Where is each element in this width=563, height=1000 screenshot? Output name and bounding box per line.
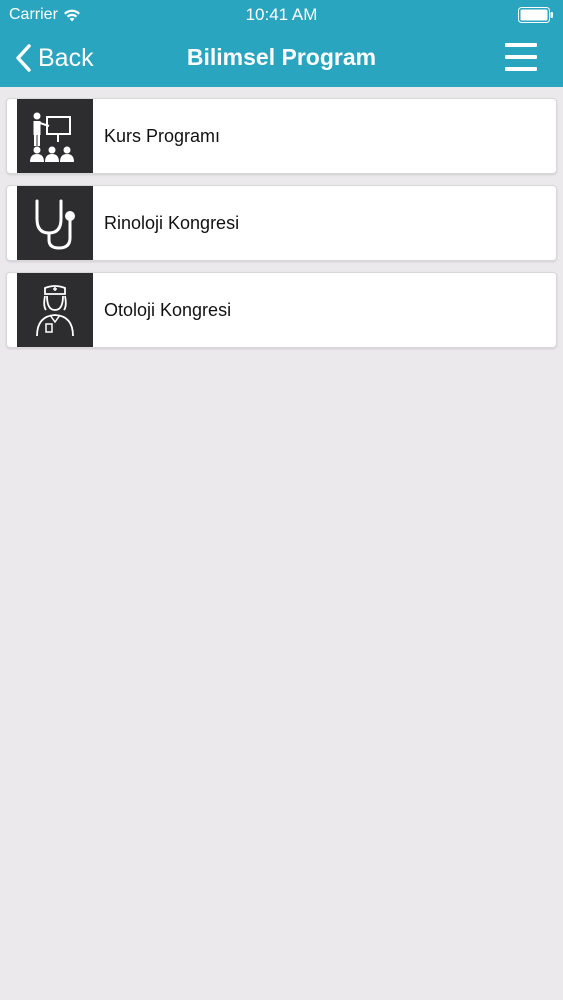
hamburger-menu-button[interactable] (505, 43, 537, 71)
navbar: Back Bilimsel Program (0, 30, 563, 87)
list-item-label: Otoloji Kongresi (104, 300, 232, 320)
page-title: Bilimsel Program (186, 44, 377, 70)
menu-line (505, 67, 537, 71)
status-bar: Carrier 10:41 AM (0, 0, 563, 30)
list-item-label: Rinoloji Kongresi (104, 213, 240, 233)
stethoscope-icon (35, 199, 75, 250)
header: Carrier 10:41 AM Back Bilimsel Program (0, 0, 563, 87)
presentation-icon (30, 112, 74, 162)
status-time: 10:41 AM (245, 5, 318, 24)
presentation-icon-box (17, 99, 93, 173)
nurse-icon (36, 285, 74, 337)
battery-icon (518, 7, 553, 23)
nurse-icon-box (17, 273, 93, 347)
list-item-rinoloji-kongresi[interactable]: Rinoloji Kongresi (6, 185, 557, 261)
menu-line (505, 55, 537, 59)
list-item-kurs-programi[interactable]: Kurs Programı (6, 98, 557, 174)
list-item-otoloji-kongresi[interactable]: Otoloji Kongresi (6, 272, 557, 348)
list-item-label: Kurs Programı (104, 126, 221, 146)
stethoscope-icon-box (17, 186, 93, 260)
menu-line (505, 43, 537, 47)
